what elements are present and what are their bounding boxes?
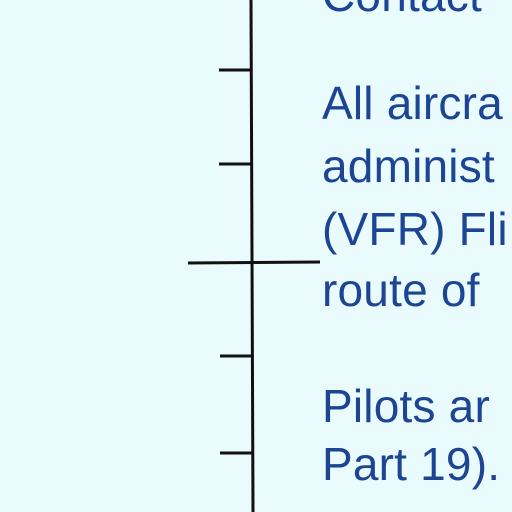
note-line: All aircra <box>322 77 503 129</box>
note-line: (VFR) Fli <box>322 203 508 255</box>
note-line: Pilots ar <box>322 380 490 432</box>
note-line: administ <box>322 140 495 192</box>
note-line: Part 19). <box>322 438 501 490</box>
chart-map-fragment: Contact All aircra administ (VFR) Fli ro… <box>0 0 512 512</box>
scale-major-tick <box>187 260 321 265</box>
note-heading: Contact <box>322 0 482 18</box>
note-line: route of <box>322 264 480 316</box>
scale-bar-axis <box>249 0 255 512</box>
